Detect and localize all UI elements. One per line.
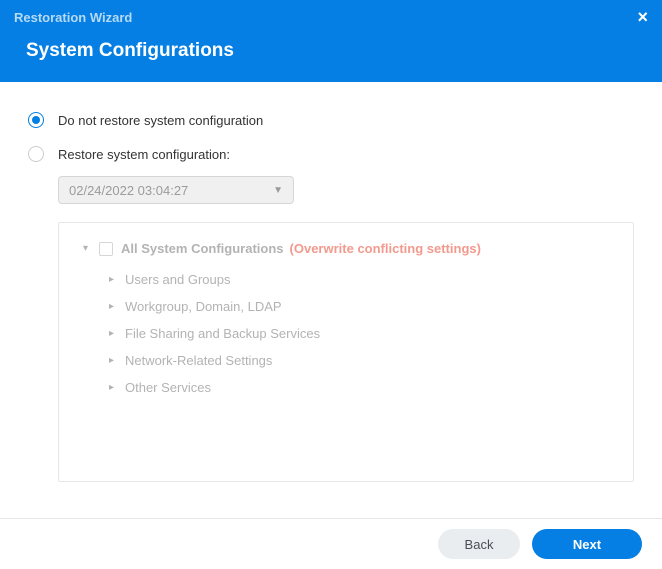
header: Restoration Wizard × System Configuratio… (0, 0, 662, 82)
tree-item-label: Network-Related Settings (125, 353, 272, 368)
window-title: Restoration Wizard (14, 10, 132, 25)
tree-root[interactable]: All System Configurations (Overwrite con… (69, 237, 623, 266)
tree-item-label: Other Services (125, 380, 211, 395)
expand-icon[interactable] (109, 355, 119, 366)
close-icon[interactable]: × (637, 8, 648, 26)
expand-icon[interactable] (109, 301, 119, 312)
content: Do not restore system configuration Rest… (0, 82, 662, 492)
restore-date-dropdown[interactable]: 02/24/2022 03:04:27 ▼ (58, 176, 294, 204)
checkbox[interactable] (99, 242, 113, 256)
page-title: System Configurations (0, 30, 662, 82)
radio-icon (28, 112, 44, 128)
expand-icon[interactable] (83, 243, 93, 254)
expand-icon[interactable] (109, 382, 119, 393)
restore-date-wrap: 02/24/2022 03:04:27 ▼ (28, 176, 634, 204)
option-restore[interactable]: Restore system configuration: (28, 146, 634, 162)
option-do-not-restore[interactable]: Do not restore system configuration (28, 112, 634, 128)
chevron-down-icon: ▼ (273, 185, 283, 196)
config-tree: All System Configurations (Overwrite con… (58, 222, 634, 482)
tree-item[interactable]: Network-Related Settings (69, 347, 623, 374)
tree-item-label: Users and Groups (125, 272, 231, 287)
tree-item[interactable]: File Sharing and Backup Services (69, 320, 623, 347)
back-button[interactable]: Back (438, 529, 520, 559)
titlebar: Restoration Wizard × (0, 0, 662, 30)
tree-item-label: File Sharing and Backup Services (125, 326, 320, 341)
tree-item[interactable]: Other Services (69, 374, 623, 401)
footer: Back Next (0, 518, 662, 569)
tree-item-label: Workgroup, Domain, LDAP (125, 299, 282, 314)
radio-label: Do not restore system configuration (58, 113, 263, 128)
dropdown-value: 02/24/2022 03:04:27 (69, 183, 188, 198)
tree-root-label: All System Configurations (121, 241, 284, 256)
tree-item[interactable]: Workgroup, Domain, LDAP (69, 293, 623, 320)
next-button[interactable]: Next (532, 529, 642, 559)
expand-icon[interactable] (109, 328, 119, 339)
expand-icon[interactable] (109, 274, 119, 285)
tree-item[interactable]: Users and Groups (69, 266, 623, 293)
tree-root-warning: (Overwrite conflicting settings) (290, 241, 481, 256)
radio-icon (28, 146, 44, 162)
radio-label: Restore system configuration: (58, 147, 230, 162)
